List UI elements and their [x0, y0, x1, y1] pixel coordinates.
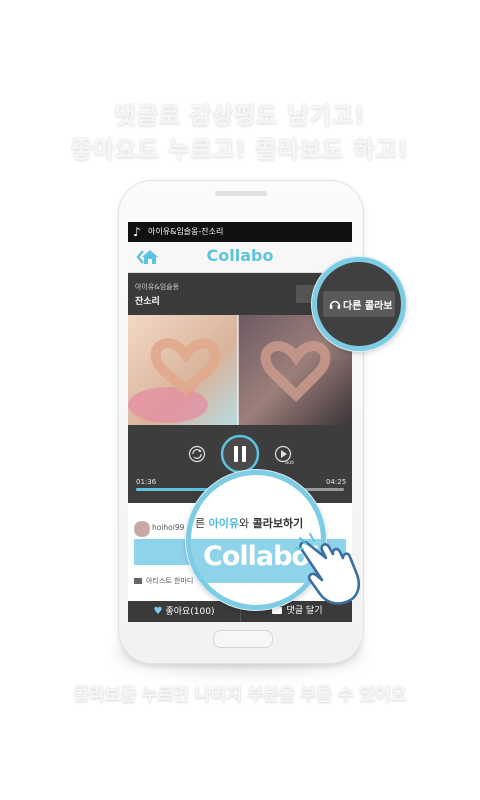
heart-icon: ♥	[153, 606, 163, 617]
promo-headline-2: 좋아요도 누르고! 콜라보도 하고!	[70, 137, 410, 163]
collabo-prompt: 른 아이유와 콜라보하기	[195, 517, 304, 530]
pointing-hand-icon	[295, 533, 360, 605]
pause-icon[interactable]	[220, 434, 260, 474]
status-song-title: 아이유&임슬옹-잔소리	[148, 227, 224, 236]
phone-home-button[interactable]	[213, 630, 273, 648]
artist-note: 아티스트 한마디	[134, 576, 193, 586]
magnifier-other-collabo: 다른 콜라보	[312, 257, 406, 351]
avatar	[134, 521, 150, 537]
comment-username: hoihoi99	[152, 523, 185, 532]
phone-speaker	[215, 191, 267, 196]
headphones-icon	[329, 300, 341, 309]
song-title: 잔소리	[135, 297, 160, 307]
promo-caption: 콜라보를 누르면 나머지 부분을 부를 수 있어요	[73, 685, 407, 705]
song-artist: 아이유&임슬옹	[135, 283, 180, 291]
current-time: 01:36	[136, 478, 157, 486]
music-note-icon: ♪	[133, 225, 141, 239]
album-photo	[128, 315, 352, 425]
like-label: 좋아요(100)	[165, 607, 215, 617]
artist-note-label: 아티스트 한마디	[146, 577, 194, 585]
comment-icon	[271, 607, 282, 614]
app-header: Collabo	[128, 242, 352, 273]
auto-label: auto	[285, 460, 294, 465]
speech-bubble-icon	[134, 578, 142, 584]
repeat-icon[interactable]	[188, 445, 206, 463]
other-collabo-label: 다른 콜라보	[343, 301, 393, 312]
progress-fill	[136, 488, 207, 491]
auto-play-icon[interactable]: auto	[274, 445, 294, 465]
total-time: 04:25	[326, 478, 347, 486]
promo-headline-1: 댓글로 감상평도 남기고!	[114, 103, 366, 129]
app-title: Collabo	[206, 246, 274, 265]
like-button[interactable]: ♥ 좋아요(100)	[128, 601, 240, 622]
status-bar: ♪ 아이유&임슬옹-잔소리	[128, 222, 352, 242]
